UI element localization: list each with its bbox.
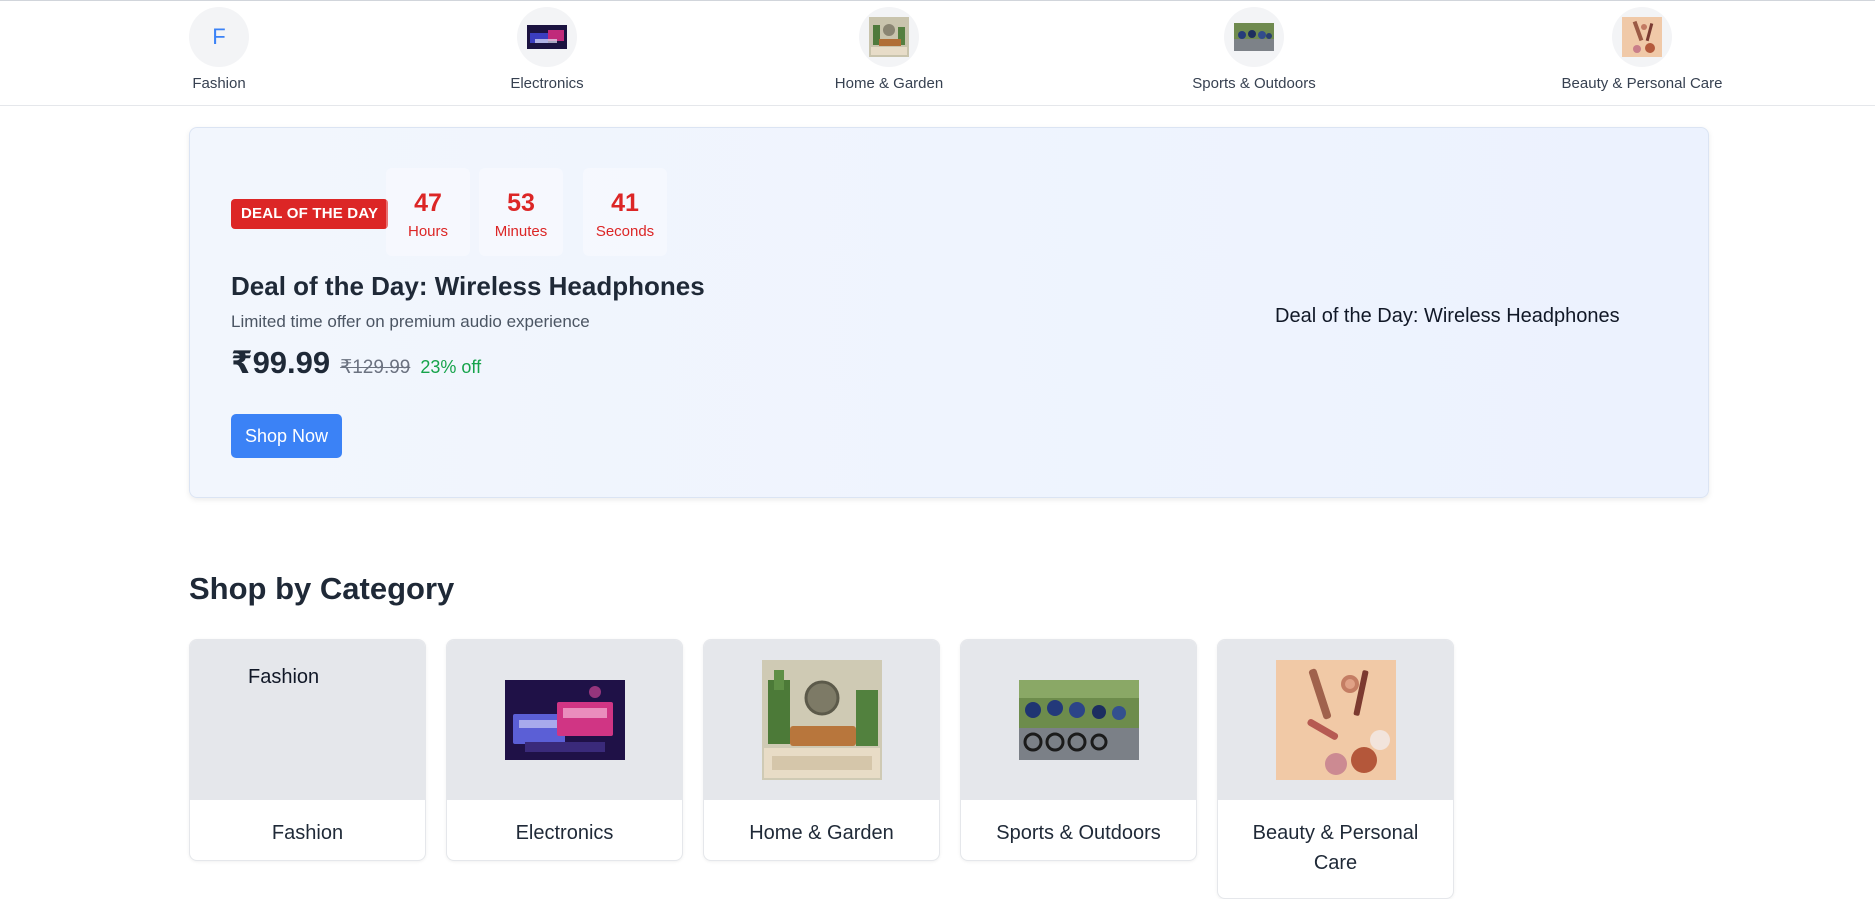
category-card-sports-outdoors[interactable]: Sports & Outdoors bbox=[960, 639, 1197, 861]
deal-price-row: ₹99.99 ₹129.99 23% off bbox=[231, 345, 481, 381]
nav-item-sports-outdoors[interactable]: Sports & Outdoors bbox=[1144, 7, 1364, 92]
category-label: Home & Garden bbox=[749, 822, 894, 844]
category-label: Beauty & Personal Care bbox=[1252, 822, 1419, 874]
deal-image-alt-text: Deal of the Day: Wireless Headphones bbox=[1275, 305, 1620, 327]
countdown-unit: Minutes bbox=[494, 223, 548, 240]
deal-subtitle: Limited time offer on premium audio expe… bbox=[231, 312, 590, 331]
category-image-home-garden bbox=[704, 640, 939, 800]
category-image-sports-outdoors bbox=[961, 640, 1196, 800]
countdown-value: 53 bbox=[507, 189, 535, 217]
category-label: Sports & Outdoors bbox=[996, 822, 1161, 844]
category-image-electronics bbox=[447, 640, 682, 800]
nav-item-label: Fashion bbox=[192, 75, 246, 92]
deal-discount: 23% off bbox=[420, 357, 482, 377]
fashion-placeholder-icon: F bbox=[189, 7, 249, 67]
fashion-initial: F bbox=[212, 24, 226, 49]
countdown-unit: Hours bbox=[407, 223, 448, 240]
nav-item-home-garden[interactable]: Home & Garden bbox=[779, 7, 999, 92]
nav-item-fashion[interactable]: F Fashion bbox=[109, 7, 329, 92]
beauty-personal-care-thumbnail bbox=[1612, 7, 1672, 67]
category-image-fashion: Fashion bbox=[190, 640, 425, 800]
deal-badge: DEAL OF THE DAY bbox=[231, 199, 389, 229]
category-label: Electronics bbox=[515, 822, 614, 844]
category-image-beauty-personal-care bbox=[1218, 640, 1453, 800]
home-garden-thumbnail bbox=[859, 7, 919, 67]
nav-item-label: Sports & Outdoors bbox=[1192, 75, 1316, 92]
nav-item-beauty-personal-care[interactable]: Beauty & Personal Care bbox=[1532, 7, 1752, 92]
deal-of-the-day-banner: DEAL OF THE DAY 47 Hours 53 Minutes 41 S… bbox=[189, 127, 1709, 498]
nav-item-label: Beauty & Personal Care bbox=[1561, 75, 1723, 92]
deal-title: Deal of the Day: Wireless Headphones bbox=[231, 271, 705, 301]
nav-item-label: Electronics bbox=[510, 75, 584, 92]
category-nav-bar: F Fashion Electronics Home & Garden Spor… bbox=[0, 0, 1875, 106]
countdown-unit: Seconds bbox=[595, 223, 655, 240]
deal-price: ₹99.99 bbox=[231, 345, 331, 380]
category-card-beauty-personal-care[interactable]: Beauty & Personal Care bbox=[1217, 639, 1454, 899]
category-card-fashion[interactable]: Fashion Fashion bbox=[189, 639, 426, 861]
nav-item-electronics[interactable]: Electronics bbox=[437, 7, 657, 92]
countdown-hours: 47 Hours bbox=[386, 168, 470, 256]
shop-by-category-heading: Shop by Category bbox=[189, 571, 455, 606]
category-image-alt-text: Fashion bbox=[248, 666, 320, 688]
category-card-home-garden[interactable]: Home & Garden bbox=[703, 639, 940, 861]
deal-original-price: ₹129.99 bbox=[340, 357, 411, 378]
countdown-value: 47 bbox=[414, 189, 442, 217]
category-label: Fashion bbox=[271, 822, 344, 844]
countdown-value: 41 bbox=[611, 189, 639, 217]
sports-outdoors-thumbnail bbox=[1224, 7, 1284, 67]
shop-now-button[interactable]: Shop Now bbox=[231, 414, 342, 458]
electronics-thumbnail bbox=[517, 7, 577, 67]
category-card-electronics[interactable]: Electronics bbox=[446, 639, 683, 861]
countdown-minutes: 53 Minutes bbox=[479, 168, 563, 256]
nav-item-label: Home & Garden bbox=[834, 75, 944, 92]
countdown-seconds: 41 Seconds bbox=[583, 168, 667, 256]
